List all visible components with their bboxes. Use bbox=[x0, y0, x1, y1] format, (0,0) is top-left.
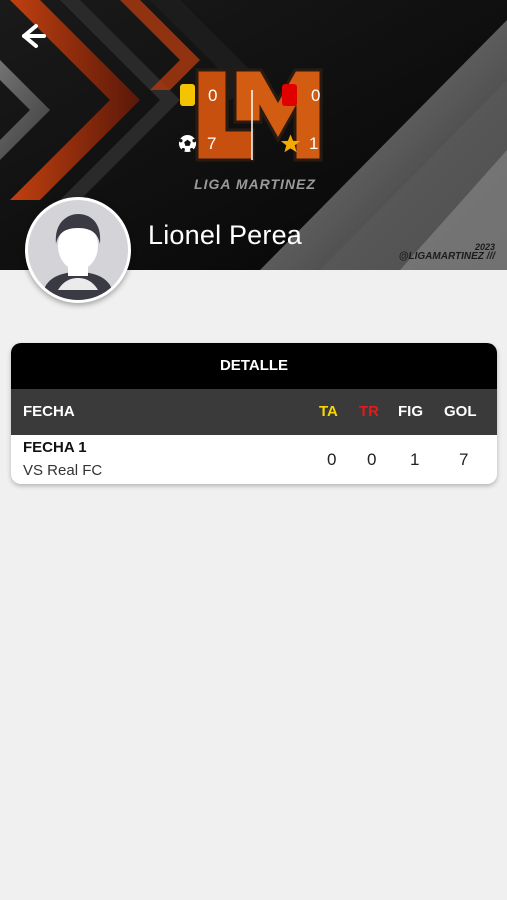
row-goals: 7 bbox=[459, 450, 469, 469]
col-yellow-cards: TA bbox=[319, 403, 338, 420]
hashtag-text: @LIGAMARTINEZ /// bbox=[398, 251, 495, 262]
back-button[interactable] bbox=[14, 20, 50, 52]
soccer-ball-icon bbox=[178, 134, 197, 153]
yellow-card-icon bbox=[180, 84, 195, 106]
table-row[interactable]: FECHA 1 VS Real FC 0 0 1 7 bbox=[11, 435, 497, 484]
hashtag-label: 2023 @LIGAMARTINEZ /// bbox=[399, 242, 495, 262]
table-header: FECHA TA TR FIG GOL bbox=[11, 389, 497, 435]
row-mvp: 1 bbox=[410, 450, 420, 469]
default-avatar-icon bbox=[42, 214, 114, 300]
col-mvp: FIG bbox=[398, 403, 423, 420]
star-icon bbox=[280, 134, 301, 153]
yellow-cards-count: 0 bbox=[208, 86, 218, 105]
row-opponent: VS Real FC bbox=[23, 462, 103, 479]
detail-card: DETALLE FECHA TA TR FIG GOL FECHA 1 VS R… bbox=[11, 343, 497, 484]
col-date: FECHA bbox=[23, 403, 75, 420]
detail-title: DETALLE bbox=[11, 343, 497, 389]
logo-text: LIGA MARTINEZ bbox=[194, 176, 316, 192]
arrow-left-icon bbox=[22, 24, 46, 48]
row-fecha: FECHA 1 bbox=[23, 439, 87, 456]
red-cards-count: 0 bbox=[311, 86, 321, 105]
row-yellow-cards: 0 bbox=[327, 450, 337, 469]
avatar bbox=[25, 197, 131, 303]
goals-count: 7 bbox=[207, 134, 217, 153]
red-card-icon bbox=[282, 84, 297, 106]
row-red-cards: 0 bbox=[367, 450, 377, 469]
mvp-count: 1 bbox=[309, 134, 319, 153]
col-goals: GOL bbox=[444, 403, 477, 420]
col-red-cards: TR bbox=[359, 403, 379, 420]
player-name: Lionel Perea bbox=[148, 220, 303, 250]
